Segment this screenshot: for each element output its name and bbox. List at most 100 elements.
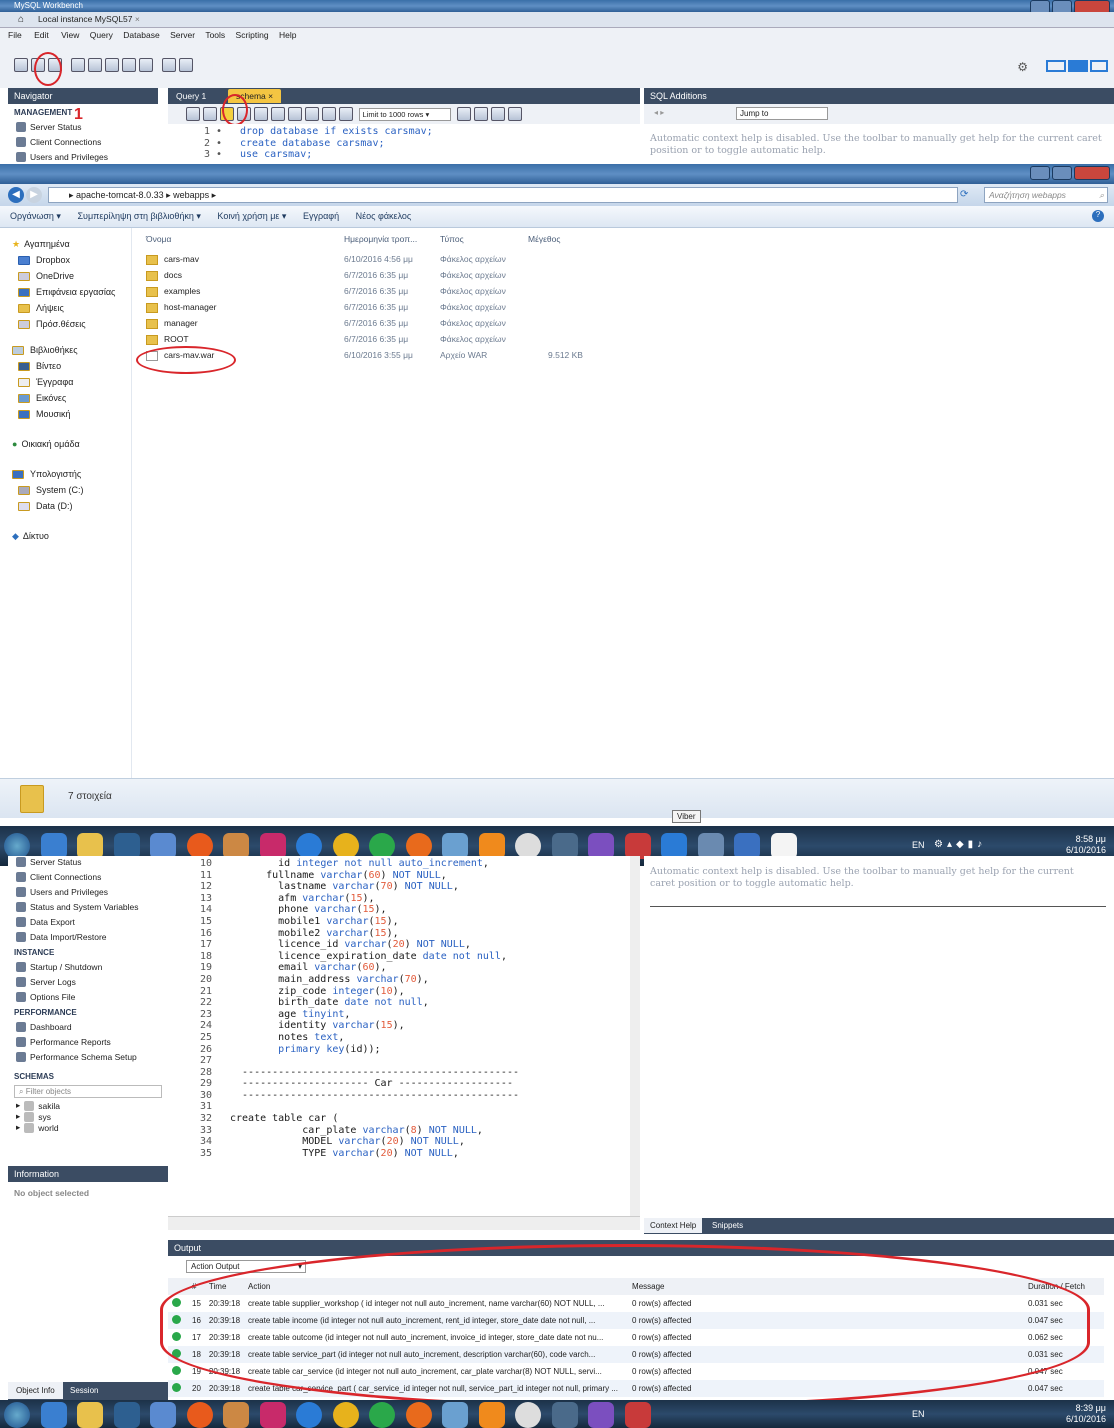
- schema-sys[interactable]: ▸ sys: [8, 1111, 168, 1122]
- search-table-icon[interactable]: [162, 58, 176, 72]
- nav-downloads[interactable]: Λήψεις: [12, 300, 131, 316]
- menu-help[interactable]: Help: [279, 30, 296, 40]
- commit-icon[interactable]: [305, 107, 319, 121]
- col-name[interactable]: Όνομα: [146, 234, 171, 244]
- menu-tools[interactable]: Tools: [205, 30, 225, 40]
- nav-dropbox[interactable]: Dropbox: [12, 252, 131, 268]
- taskbar2-firefox-icon[interactable]: [405, 1402, 432, 1428]
- reconnect-icon[interactable]: [179, 58, 193, 72]
- nav-videos[interactable]: Βίντεο: [12, 358, 131, 374]
- nav-users-privileges[interactable]: Users and Privileges: [8, 149, 158, 164]
- new-folder-button[interactable]: Νέος φάκελος: [356, 211, 412, 221]
- taskbar2-explorer-icon[interactable]: [77, 1402, 104, 1428]
- jump-to-select[interactable]: Jump to: [736, 107, 828, 120]
- nav-options-file[interactable]: Options File: [8, 989, 168, 1004]
- tray-icons[interactable]: ⚙▴◆▮♪: [934, 839, 986, 850]
- taskbar2-app6-icon[interactable]: [442, 1402, 469, 1428]
- col-type[interactable]: Τύπος: [440, 234, 464, 244]
- settings-icon[interactable]: ⚙: [1017, 60, 1028, 74]
- clock[interactable]: 8:58 μμ 6/10/2016: [1066, 834, 1106, 856]
- nav-startup-shutdown[interactable]: Startup / Shutdown: [8, 959, 168, 974]
- nav-performance-reports[interactable]: Performance Reports: [8, 1034, 168, 1049]
- nav-music[interactable]: Μουσική: [12, 406, 131, 422]
- wrap-icon[interactable]: [508, 107, 523, 121]
- nav-favorites[interactable]: ★ Αγαπημένα: [12, 236, 131, 252]
- nav-server-logs[interactable]: Server Logs: [8, 974, 168, 989]
- taskbar2-app-icon[interactable]: [40, 1402, 67, 1428]
- nav-data-import[interactable]: Data Import/Restore: [8, 929, 168, 944]
- tab-snippets[interactable]: Snippets: [712, 1221, 743, 1230]
- forward-icon[interactable]: ▶: [26, 187, 42, 203]
- new-connection-icon[interactable]: [14, 58, 28, 72]
- nav-computer[interactable]: Υπολογιστής: [12, 466, 131, 482]
- nav-recent[interactable]: Πρόσ.θέσεις: [12, 316, 131, 332]
- nav-status-variables[interactable]: Status and System Variables: [8, 899, 168, 914]
- organize-button[interactable]: Οργάνωση ▾: [10, 211, 61, 221]
- nav-server-status[interactable]: Server Status: [8, 119, 158, 134]
- nav-dashboard[interactable]: Dashboard: [8, 1019, 168, 1034]
- tab-object-info[interactable]: Object Info: [8, 1382, 63, 1399]
- invisible-chars-icon[interactable]: [491, 107, 506, 121]
- toggle-icon[interactable]: [288, 107, 302, 121]
- editor-scrollbar[interactable]: [630, 856, 640, 1216]
- tab-context-help[interactable]: Context Help: [644, 1218, 703, 1233]
- explorer-close-button[interactable]: [1074, 166, 1110, 180]
- menu-scripting[interactable]: Scripting: [236, 30, 269, 40]
- nav-client-connections-2[interactable]: Client Connections: [8, 869, 168, 884]
- search-input[interactable]: Αναζήτηση webapps ⌕: [984, 187, 1108, 203]
- taskbar2-chrome-icon[interactable]: [332, 1402, 359, 1428]
- breadcrumb-webapps[interactable]: webapps: [173, 190, 209, 200]
- explain-icon[interactable]: [254, 107, 268, 121]
- save-icon[interactable]: [203, 107, 217, 121]
- tab-session[interactable]: Session: [70, 1386, 98, 1395]
- connection-tab[interactable]: Local instance MySQL57 ×: [38, 14, 140, 24]
- rollback-icon[interactable]: [322, 107, 336, 121]
- nav-onedrive[interactable]: OneDrive: [12, 268, 131, 284]
- taskbar2-app7-icon[interactable]: [551, 1402, 578, 1428]
- limit-select[interactable]: Limit to 1000 rows ▾: [358, 107, 451, 121]
- file-row[interactable]: docs 6/7/2016 6:35 μμ Φάκελος αρχείων: [146, 270, 606, 286]
- taskbar2-ie-icon[interactable]: [296, 1402, 323, 1428]
- taskbar2-fs-icon[interactable]: [259, 1402, 286, 1428]
- breadcrumb-tomcat[interactable]: apache-tomcat-8.0.33: [76, 190, 164, 200]
- schema-sakila[interactable]: ▸ sakila: [8, 1100, 168, 1111]
- taskbar2-app5-icon[interactable]: [369, 1402, 396, 1428]
- include-library-button[interactable]: Συμπερίληψη στη βιβλιοθήκη ▾: [77, 211, 200, 221]
- taskbar2-media-icon[interactable]: [113, 1402, 140, 1428]
- editor-hscroll[interactable]: [168, 1216, 640, 1230]
- col-size[interactable]: Μέγεθος: [528, 234, 560, 244]
- nav-network[interactable]: ◆ Δίκτυο: [12, 528, 131, 544]
- file-row[interactable]: host-manager 6/7/2016 6:35 μμ Φάκελος αρχε…: [146, 302, 606, 318]
- refresh-icon[interactable]: ⟳: [960, 189, 968, 200]
- explorer-maximize-button[interactable]: [1052, 166, 1072, 180]
- nav-homegroup[interactable]: ● Οικιακή ομάδα: [12, 436, 131, 452]
- filter-input[interactable]: ⌕ Filter objects: [14, 1085, 162, 1098]
- nav-drive-d[interactable]: Data (D:): [12, 498, 131, 514]
- help-icon[interactable]: ?: [1092, 210, 1104, 222]
- nav-performance-schema[interactable]: Performance Schema Setup: [8, 1049, 168, 1064]
- nav-pictures[interactable]: Εικόνες: [12, 390, 131, 406]
- taskbar2-disc-icon[interactable]: [515, 1402, 542, 1428]
- query-editor-top[interactable]: 1 • 2 • 3 • drop database if exists carsma…: [168, 124, 640, 164]
- file-row[interactable]: examples 6/7/2016 6:35 μμ Φάκελος αρχείων: [146, 286, 606, 302]
- nav-users-privileges-2[interactable]: Users and Privileges: [8, 884, 168, 899]
- explorer-minimize-button[interactable]: [1030, 166, 1050, 180]
- nav-data-export[interactable]: Data Export: [8, 914, 168, 929]
- nav-desktop[interactable]: Επιφάνεια εργασίας: [12, 284, 131, 300]
- menu-database[interactable]: Database: [123, 30, 159, 40]
- language-indicator[interactable]: EN: [912, 840, 925, 850]
- find-icon[interactable]: [474, 107, 489, 121]
- open-file-icon[interactable]: [186, 107, 200, 121]
- start-button-2[interactable]: [4, 1402, 30, 1428]
- menu-query[interactable]: Query: [90, 30, 113, 40]
- create-procedure-icon[interactable]: [122, 58, 136, 72]
- col-date[interactable]: Ημερομηνία τροπ...: [344, 234, 417, 244]
- stop-icon[interactable]: [271, 107, 285, 121]
- create-view-icon[interactable]: [105, 58, 119, 72]
- nav-documents[interactable]: Έγγραφα: [12, 374, 131, 390]
- autocommit-icon[interactable]: [339, 107, 353, 121]
- language-indicator-2[interactable]: EN: [912, 1409, 925, 1419]
- beautify-icon[interactable]: [457, 107, 472, 121]
- nav-libraries[interactable]: Βιβλιοθήκες: [12, 342, 131, 358]
- nav-client-connections[interactable]: Client Connections: [8, 134, 158, 149]
